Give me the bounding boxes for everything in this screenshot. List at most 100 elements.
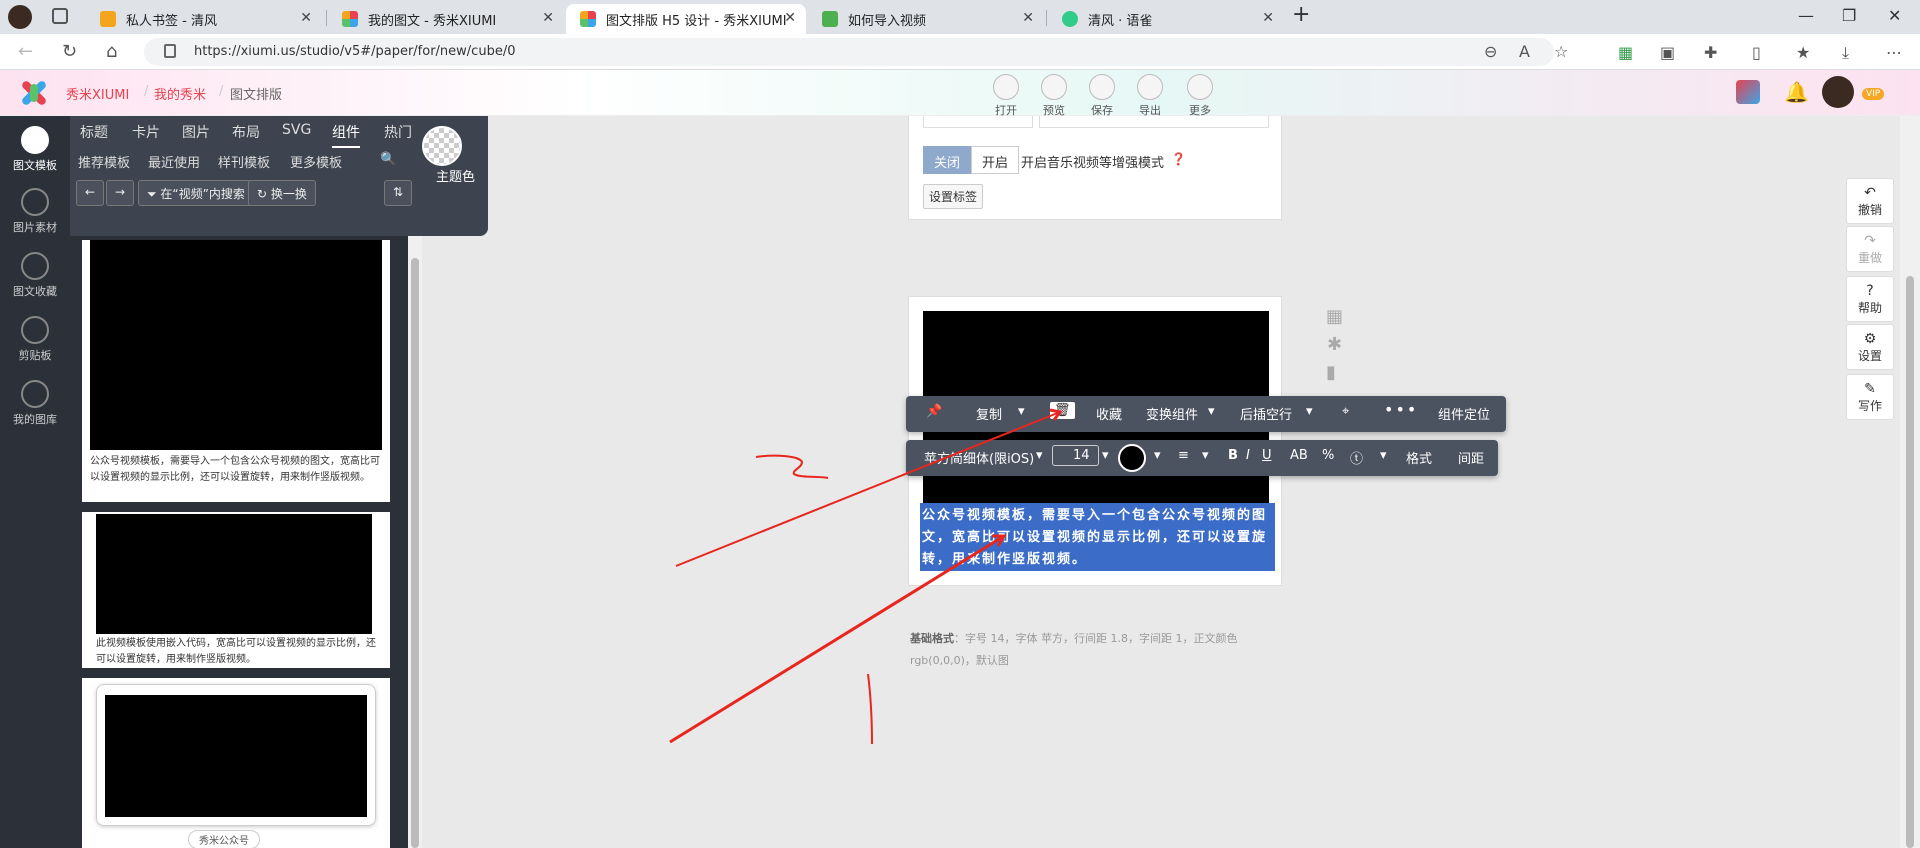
cursor-icon[interactable]: ⌖	[1342, 404, 1349, 419]
subtab-recommended[interactable]: 推荐模板	[78, 152, 130, 171]
subtab-sample[interactable]: 样刊模板	[218, 152, 270, 171]
chevron-down-icon[interactable]: ▾	[1306, 404, 1313, 419]
my-xiumi-link[interactable]: 我的秀米	[154, 84, 206, 103]
tab-image[interactable]: 图片	[182, 122, 210, 142]
tab-card[interactable]: 卡片	[132, 122, 160, 142]
swap-component-button[interactable]: 变换组件	[1146, 404, 1198, 423]
split-screen-icon[interactable]: ▯	[1752, 43, 1761, 62]
home-icon[interactable]: ⌂	[106, 41, 117, 62]
open-button[interactable]: 打开	[986, 74, 1026, 118]
browser-tab-yuque[interactable]: 清风 · 语雀 ✕	[1048, 4, 1284, 34]
downloads-icon[interactable]: ⤓	[1842, 43, 1849, 63]
nav-clipboard[interactable]: 剪贴板	[0, 316, 70, 363]
text-color-picker[interactable]	[1118, 444, 1146, 472]
export-button[interactable]: 导出	[1130, 74, 1170, 118]
question-icon[interactable]: ❓	[1171, 152, 1186, 166]
insert-line-after-button[interactable]: 后插空行	[1240, 404, 1292, 423]
minimize-icon[interactable]: —	[1798, 6, 1814, 25]
chevron-down-icon[interactable]: ▾	[1202, 448, 1209, 463]
close-window-icon[interactable]: ✕	[1888, 6, 1901, 25]
grid-icon[interactable]: ▦	[1326, 306, 1343, 327]
locate-component-button[interactable]: 组件定位	[1438, 404, 1490, 423]
asterisk-icon[interactable]: ✱	[1327, 334, 1342, 355]
preview-button[interactable]: 预览	[1034, 74, 1074, 118]
chevron-down-icon[interactable]: ▾	[1154, 448, 1161, 463]
url-field[interactable]: https://xiumi.us/studio/v5#/paper/for/ne…	[144, 38, 1568, 66]
nav-templates[interactable]: 图文模板	[0, 126, 70, 173]
undo-button[interactable]: ↶ 撤销	[1846, 178, 1894, 224]
align-icon[interactable]: ≡	[1178, 448, 1189, 463]
more-icon[interactable]: •••	[1384, 400, 1418, 419]
collections-icon[interactable]: ▣	[1660, 43, 1675, 62]
redo-button[interactable]: ↷ 重做	[1846, 226, 1894, 272]
format-button[interactable]: 格式	[1406, 448, 1432, 467]
pin-icon[interactable]: 📌	[926, 404, 942, 419]
browser-tab-my-articles[interactable]: 我的图文 - 秀米XIUMI ✕	[328, 4, 564, 34]
case-button[interactable]: AB	[1290, 448, 1308, 463]
chevron-down-icon[interactable]: ▾	[1380, 448, 1387, 463]
settings-button[interactable]: ⚙ 设置	[1846, 324, 1894, 370]
text-effect-icon[interactable]: ⓣ	[1350, 448, 1363, 467]
help-button[interactable]: ? 帮助	[1846, 276, 1894, 322]
nav-my-gallery[interactable]: 我的图库	[0, 380, 70, 427]
app-extension-icon[interactable]	[1736, 80, 1760, 104]
font-size-input[interactable]: 14	[1052, 445, 1099, 466]
underline-button[interactable]: U	[1262, 448, 1272, 463]
percent-button[interactable]: %	[1322, 448, 1334, 463]
font-select[interactable]: 苹方简细体(限iOS)	[924, 448, 1034, 467]
chevron-down-icon[interactable]: ▾	[1018, 404, 1025, 419]
more-button[interactable]: 更多	[1180, 74, 1220, 118]
template-list-scrollbar[interactable]	[408, 236, 422, 848]
bold-button[interactable]: B	[1228, 448, 1238, 463]
search-icon[interactable]: 🔍	[380, 152, 396, 167]
xiumi-logo-icon[interactable]	[18, 77, 50, 109]
chevron-down-icon[interactable]: ▾	[1036, 448, 1043, 463]
close-icon[interactable]: ✕	[300, 10, 312, 26]
zoom-icon[interactable]: ⊖	[1484, 42, 1497, 61]
page-scrollbar[interactable]	[1900, 116, 1920, 848]
copy-button[interactable]: 复制	[976, 404, 1002, 423]
template-card[interactable]: 此视频模板使用嵌入代码，宽高比可以设置视频的显示比例，还可以设置旋转，用来制作竖…	[82, 512, 390, 668]
close-icon[interactable]: ✕	[784, 10, 796, 26]
new-tab-icon[interactable]: +	[1292, 2, 1310, 27]
close-icon[interactable]: ✕	[1262, 10, 1274, 26]
spacing-button[interactable]: 间距	[1458, 448, 1484, 467]
enhance-off-button[interactable]: 关闭	[923, 146, 972, 174]
tab-component[interactable]: 组件	[332, 122, 360, 148]
subtab-more[interactable]: 更多模板	[290, 152, 342, 171]
tab-title[interactable]: 标题	[80, 122, 108, 142]
write-button[interactable]: ✎ 写作	[1846, 374, 1894, 420]
theme-color-swatch[interactable]	[422, 126, 462, 166]
close-icon[interactable]: ✕	[542, 10, 554, 26]
delete-icon[interactable]: 🗑	[1050, 402, 1075, 419]
chevron-down-icon[interactable]: ▾	[1102, 448, 1109, 463]
browser-tab-import-video[interactable]: 如何导入视频 ✕	[808, 4, 1044, 34]
close-icon[interactable]: ✕	[1022, 10, 1034, 26]
read-aloud-icon[interactable]: A	[1519, 42, 1530, 61]
nav-collections[interactable]: 图文收藏	[0, 252, 70, 299]
filter-button[interactable]: ⏷ 在“视频”内搜索	[138, 180, 254, 206]
qr-extension-icon[interactable]: ▦	[1618, 43, 1633, 62]
selected-text-block[interactable]: 公众号视频模板，需要导入一个包含公众号视频的图文，宽高比可以设置视频的显示比例，…	[920, 503, 1275, 571]
nav-image-assets[interactable]: 图片素材	[0, 188, 70, 235]
collect-button[interactable]: 收藏	[1096, 404, 1122, 423]
template-card[interactable]: 公众号视频模板，需要导入一个包含公众号视频的图文，宽高比可以设置视频的显示比例，…	[82, 240, 390, 502]
subtab-recent[interactable]: 最近使用	[148, 152, 200, 171]
sort-button[interactable]: ⇅	[384, 180, 413, 206]
favorite-icon[interactable]: ☆	[1554, 42, 1568, 61]
next-button[interactable]: →	[106, 180, 135, 206]
bell-icon[interactable]: 🔔	[1784, 80, 1809, 104]
back-icon[interactable]: ←	[18, 41, 33, 62]
template-card[interactable]: 秀米公众号	[82, 678, 390, 848]
chart-icon[interactable]: ▮	[1326, 362, 1336, 383]
save-button[interactable]: 保存	[1082, 74, 1122, 118]
workspaces-icon[interactable]	[52, 8, 68, 24]
shuffle-button[interactable]: ↻ 换一换	[248, 180, 316, 206]
chevron-down-icon[interactable]: ▾	[1208, 404, 1215, 419]
restore-icon[interactable]: ❐	[1842, 6, 1856, 25]
enhance-on-button[interactable]: 开启	[971, 146, 1020, 174]
menu-icon[interactable]: ⋯	[1886, 43, 1902, 62]
prev-button[interactable]: ←	[76, 180, 105, 206]
tab-svg[interactable]: SVG	[282, 122, 311, 138]
browser-profile-avatar[interactable]	[8, 5, 32, 29]
